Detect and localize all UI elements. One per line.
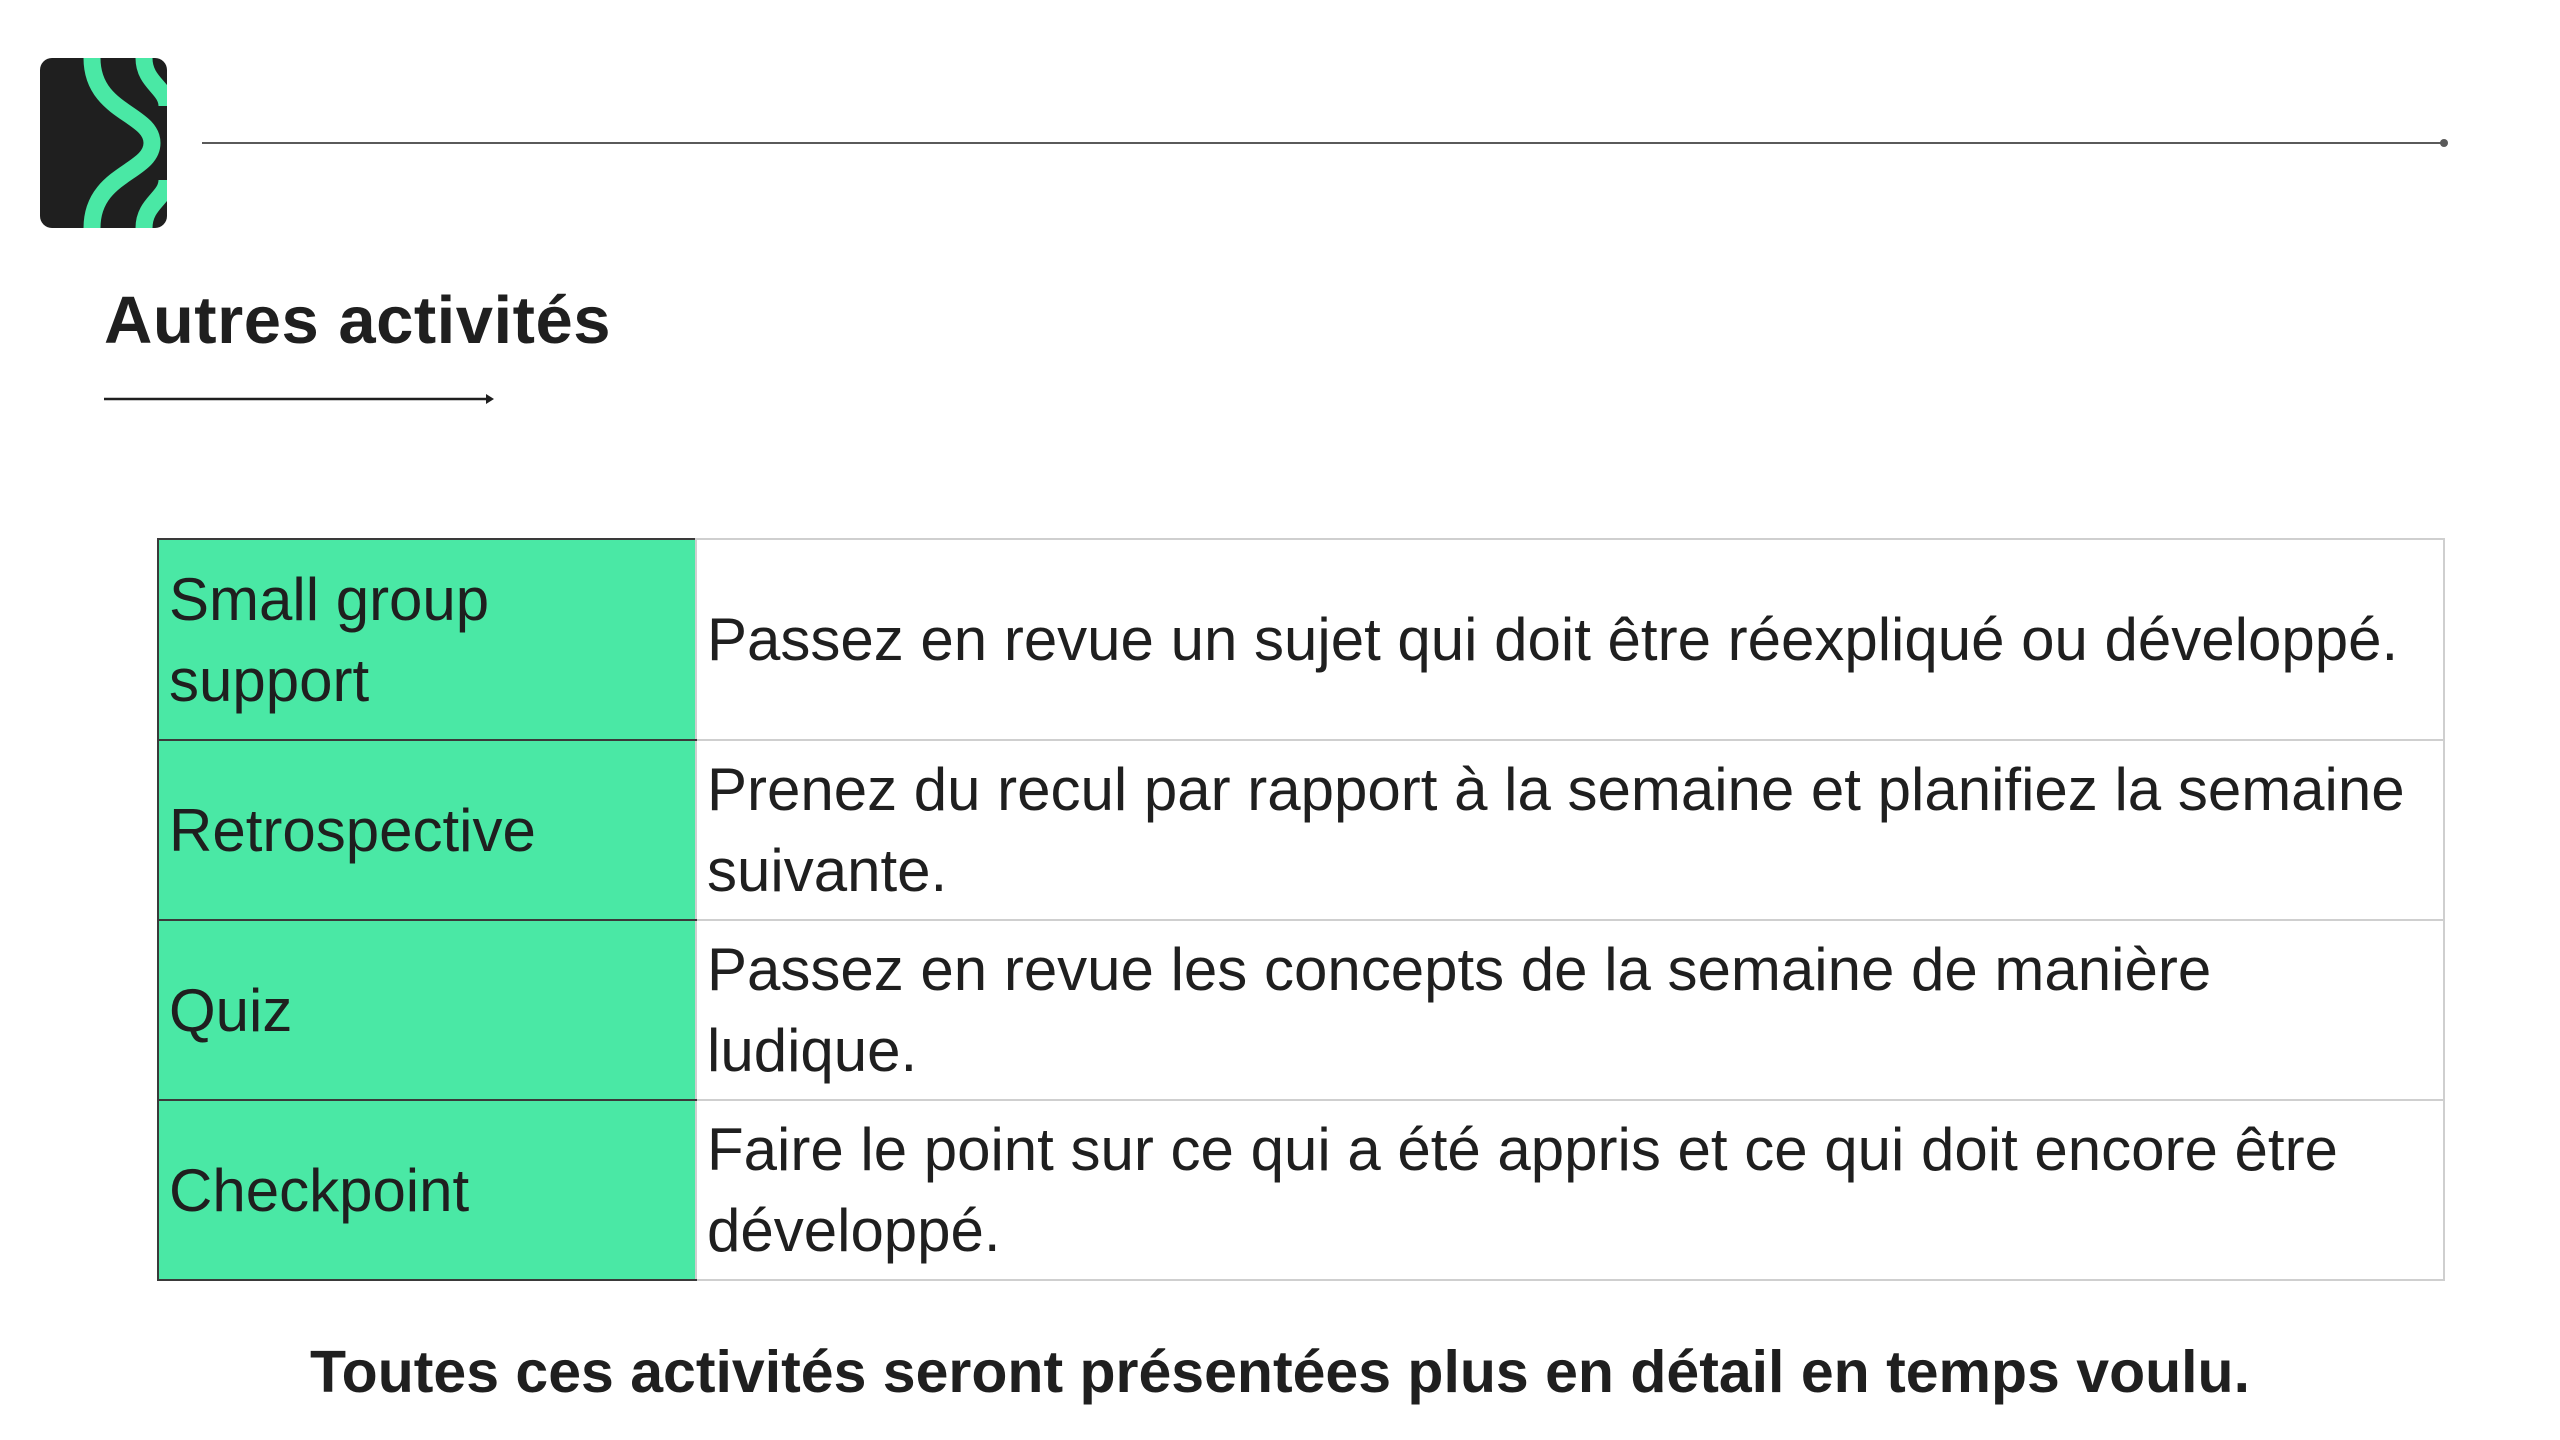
activity-description-cell: Faire le point sur ce qui a été appris e…: [695, 1099, 2445, 1281]
header-divider: [202, 142, 2444, 144]
activity-name-cell: Quiz: [157, 919, 697, 1101]
activity-name-cell: Checkpoint: [157, 1099, 697, 1281]
activity-description-cell: Passez en revue un sujet qui doit être r…: [695, 538, 2445, 741]
header-divider-dot: [2440, 139, 2448, 147]
table-row: Checkpoint Faire le point sur ce qui a é…: [157, 1099, 2445, 1281]
table-row: Small group support Passez en revue un s…: [157, 538, 2445, 741]
activities-table: Small group support Passez en revue un s…: [157, 538, 2445, 1281]
table-row: Quiz Passez en revue les concepts de la …: [157, 919, 2445, 1101]
brand-logo-icon: [40, 58, 167, 228]
activity-name-cell: Small group support: [157, 538, 697, 741]
title-underline-arrow: [104, 394, 494, 404]
table-row: Retrospective Prenez du recul par rappor…: [157, 739, 2445, 921]
activity-name-cell: Retrospective: [157, 739, 697, 921]
slide: Autres activités Small group support Pas…: [0, 0, 2560, 1440]
activity-description-cell: Prenez du recul par rapport à la semaine…: [695, 739, 2445, 921]
footer-note: Toutes ces activités seront présentées p…: [310, 1339, 2250, 1405]
page-title: Autres activités: [104, 283, 611, 358]
activity-description-cell: Passez en revue les concepts de la semai…: [695, 919, 2445, 1101]
